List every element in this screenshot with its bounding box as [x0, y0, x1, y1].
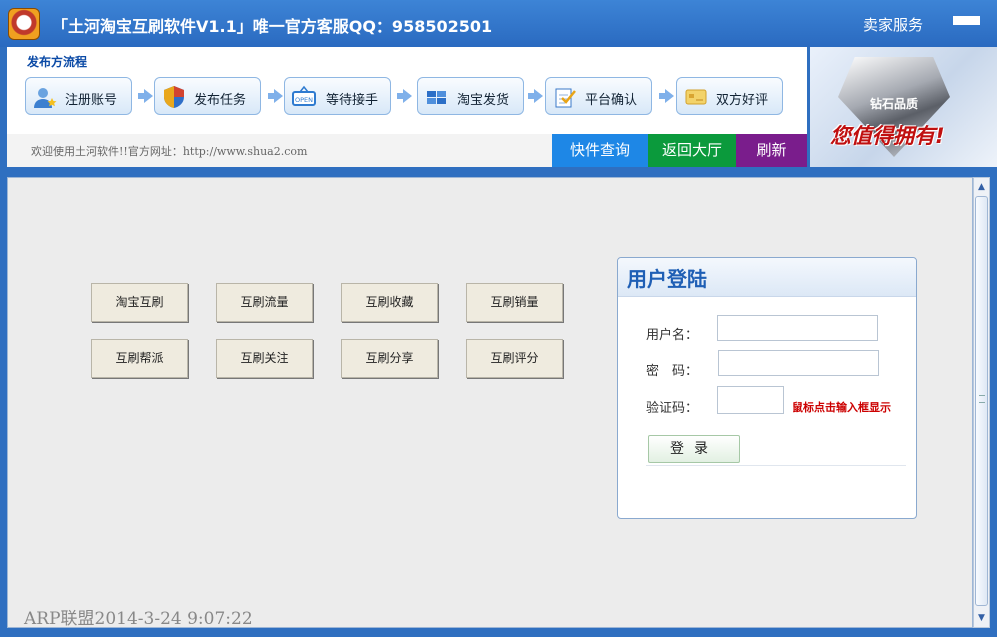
- shield-icon: [164, 86, 184, 108]
- express-query-button[interactable]: 快件查询: [552, 134, 648, 167]
- captcha-input[interactable]: [717, 386, 784, 414]
- flow-step-label: 淘宝发货: [457, 93, 510, 108]
- login-button[interactable]: 登录: [648, 435, 740, 463]
- flow-step-label: 平台确认: [585, 93, 638, 108]
- status-timestamp: ARP联盟2014-3-24 9:07:22: [24, 609, 253, 629]
- flow-step-publish[interactable]: 发布任务: [154, 77, 261, 115]
- feature-button-traffic[interactable]: 互刷流量: [216, 283, 313, 322]
- publish-flow: 注册账号 发布任务 OPEN 等待接手 淘宝发货 平台确认 双方好评: [7, 77, 807, 117]
- flow-step-label: 发布任务: [194, 93, 247, 108]
- feature-button-taobao-swap[interactable]: 淘宝互刷: [91, 283, 188, 322]
- feature-button-rating[interactable]: 互刷评分: [466, 339, 563, 378]
- password-input[interactable]: [718, 350, 879, 376]
- flow-step-confirm[interactable]: 平台确认: [545, 77, 652, 115]
- header-panel: 发布方流程 注册账号 发布任务 OPEN 等待接手 淘宝发货 平台确认 双方好评…: [7, 47, 807, 167]
- open-sign-icon: OPEN: [292, 85, 316, 106]
- feature-button-favorites[interactable]: 互刷收藏: [341, 283, 438, 322]
- svg-text:OPEN: OPEN: [295, 96, 313, 104]
- promo-banner[interactable]: 钻石品质 您值得拥有!: [810, 47, 997, 167]
- flow-title: 发布方流程: [27, 55, 88, 69]
- refresh-button[interactable]: 刷新: [736, 134, 807, 167]
- flow-arrow-icon: [659, 89, 674, 103]
- vertical-scrollbar[interactable]: ▲ ▼: [973, 177, 990, 628]
- login-panel: 用户登陆 用户名： 密 码： 验证码： 鼠标点击输入框显示 登录: [617, 257, 917, 519]
- scroll-up-icon[interactable]: ▲: [975, 180, 988, 194]
- username-label: 用户名：: [646, 328, 699, 343]
- username-input[interactable]: [717, 315, 878, 341]
- app-logo-icon: [8, 8, 40, 40]
- window-title: 「土河淘宝互刷软件V1.1」唯一官方客服QQ：958502501: [52, 17, 493, 36]
- title-bar: 「土河淘宝互刷软件V1.1」唯一官方客服QQ：958502501 卖家服务: [0, 0, 997, 47]
- login-header: 用户登陆: [618, 258, 916, 297]
- login-title: 用户登陆: [627, 267, 707, 291]
- scroll-thumb[interactable]: [975, 196, 988, 606]
- package-icon: [427, 91, 446, 104]
- flow-step-label: 双方好评: [716, 93, 769, 108]
- flow-step-wait[interactable]: OPEN 等待接手: [284, 77, 391, 115]
- banner-slogan: 您值得拥有!: [830, 124, 945, 148]
- scroll-down-icon[interactable]: ▼: [975, 611, 988, 625]
- user-icon: [34, 88, 57, 108]
- flow-step-ship[interactable]: 淘宝发货: [417, 77, 524, 115]
- flow-step-label: 等待接手: [326, 93, 379, 108]
- seller-service-link[interactable]: 卖家服务: [863, 14, 923, 35]
- divider: [646, 465, 906, 466]
- captcha-label: 验证码：: [646, 401, 699, 416]
- password-label: 密 码：: [646, 364, 699, 379]
- welcome-text: 欢迎使用土河软件!!官方网址：http://www.shua2.com: [31, 145, 308, 158]
- feature-button-group[interactable]: 互刷帮派: [91, 339, 188, 378]
- flow-step-label: 注册账号: [65, 93, 118, 108]
- flow-arrow-icon: [528, 89, 543, 103]
- feature-button-share[interactable]: 互刷分享: [341, 339, 438, 378]
- back-hall-button[interactable]: 返回大厅: [648, 134, 736, 167]
- checklist-icon: [555, 88, 576, 108]
- welcome-bar: 欢迎使用土河软件!!官方网址：http://www.shua2.com: [7, 134, 552, 167]
- flow-arrow-icon: [268, 89, 283, 103]
- captcha-hint: 鼠标点击输入框显示: [792, 401, 891, 414]
- feature-button-follow[interactable]: 互刷关注: [216, 339, 313, 378]
- minimize-button[interactable]: [953, 16, 980, 25]
- banner-gem-label: 钻石品质: [869, 97, 918, 111]
- grip-icon: [979, 395, 985, 403]
- flow-arrow-icon: [397, 89, 412, 103]
- flow-step-register[interactable]: 注册账号: [25, 77, 132, 115]
- card-icon: [685, 89, 707, 105]
- flow-arrow-icon: [138, 89, 153, 103]
- feature-button-sales[interactable]: 互刷销量: [466, 283, 563, 322]
- flow-step-review[interactable]: 双方好评: [676, 77, 783, 115]
